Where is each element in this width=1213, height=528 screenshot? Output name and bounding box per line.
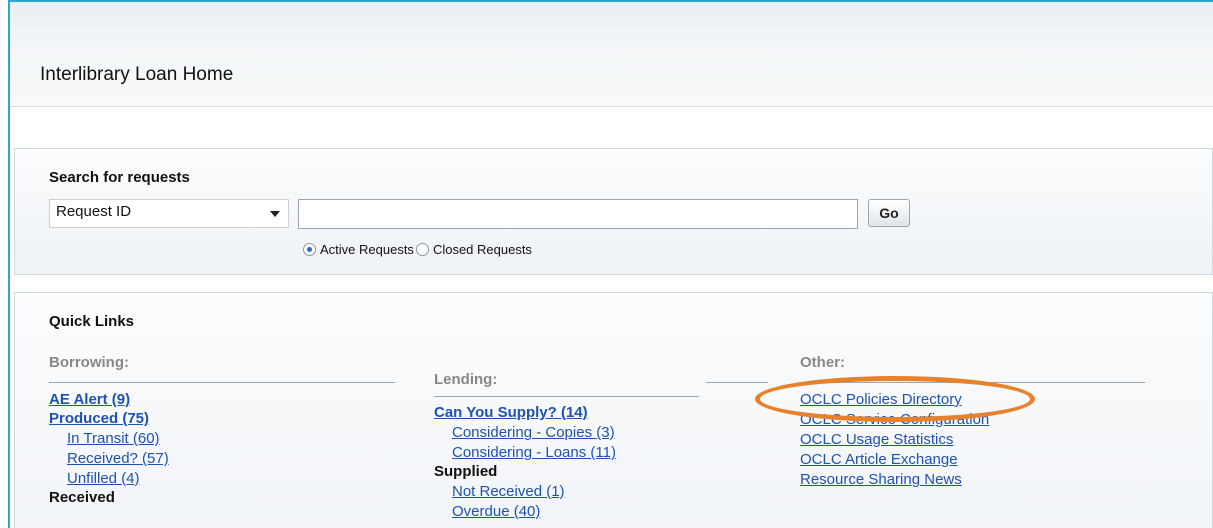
- received-query-link[interactable]: Received? (57): [67, 450, 169, 467]
- oclc-service-configuration-link[interactable]: OCLC Service Configuration: [800, 411, 989, 428]
- produced-link[interactable]: Produced (75): [49, 410, 149, 427]
- active-requests-label: Active Requests: [320, 242, 414, 257]
- go-button[interactable]: Go: [868, 199, 910, 227]
- other-divider: [800, 382, 1145, 383]
- search-panel: Search for requests Request ID Go Active…: [14, 148, 1213, 275]
- lending-heading: Lending:: [434, 371, 498, 388]
- oclc-policies-directory-link[interactable]: OCLC Policies Directory: [800, 391, 962, 408]
- chevron-down-icon: [270, 211, 280, 217]
- search-heading: Search for requests: [49, 169, 190, 186]
- oclc-article-exchange-link[interactable]: OCLC Article Exchange: [800, 451, 958, 468]
- resource-sharing-news-link[interactable]: Resource Sharing News: [800, 471, 962, 488]
- search-type-select[interactable]: Request ID: [49, 199, 289, 228]
- search-input[interactable]: [298, 199, 858, 229]
- in-transit-link[interactable]: In Transit (60): [67, 430, 160, 447]
- borrowing-heading: Borrowing:: [49, 354, 129, 371]
- not-received-link[interactable]: Not Received (1): [452, 483, 565, 500]
- considering-loans-link[interactable]: Considering - Loans (11): [452, 444, 616, 461]
- can-you-supply-link[interactable]: Can You Supply? (14): [434, 404, 588, 421]
- search-type-value: Request ID: [56, 203, 132, 220]
- title-bar: Interlibrary Loan Home: [10, 2, 1213, 107]
- page-title: Interlibrary Loan Home: [40, 64, 234, 85]
- ae-alert-link[interactable]: AE Alert (9): [49, 391, 130, 408]
- request-status-radios: Active Requests Closed Requests: [303, 242, 532, 257]
- borrowing-divider: [49, 382, 395, 383]
- considering-copies-link[interactable]: Considering - Copies (3): [452, 424, 615, 441]
- quick-links-panel: Quick Links Borrowing: AE Alert (9) Prod…: [14, 292, 1213, 528]
- oclc-usage-statistics-link[interactable]: OCLC Usage Statistics: [800, 431, 953, 448]
- active-requests-radio[interactable]: [303, 243, 316, 256]
- unfilled-link[interactable]: Unfilled (4): [67, 470, 140, 487]
- other-heading: Other:: [800, 354, 845, 371]
- closed-requests-label: Closed Requests: [432, 242, 532, 257]
- supplied-label: Supplied: [434, 463, 498, 480]
- closed-requests-radio[interactable]: [415, 243, 429, 256]
- quick-links-heading: Quick Links: [49, 313, 135, 330]
- lending-divider: [434, 396, 699, 397]
- overdue-link[interactable]: Overdue (40): [452, 503, 540, 520]
- lending-divider-ext: [706, 382, 768, 383]
- received-label: Received: [49, 489, 115, 506]
- page-frame: Interlibrary Loan Home Search for reques…: [8, 0, 1213, 528]
